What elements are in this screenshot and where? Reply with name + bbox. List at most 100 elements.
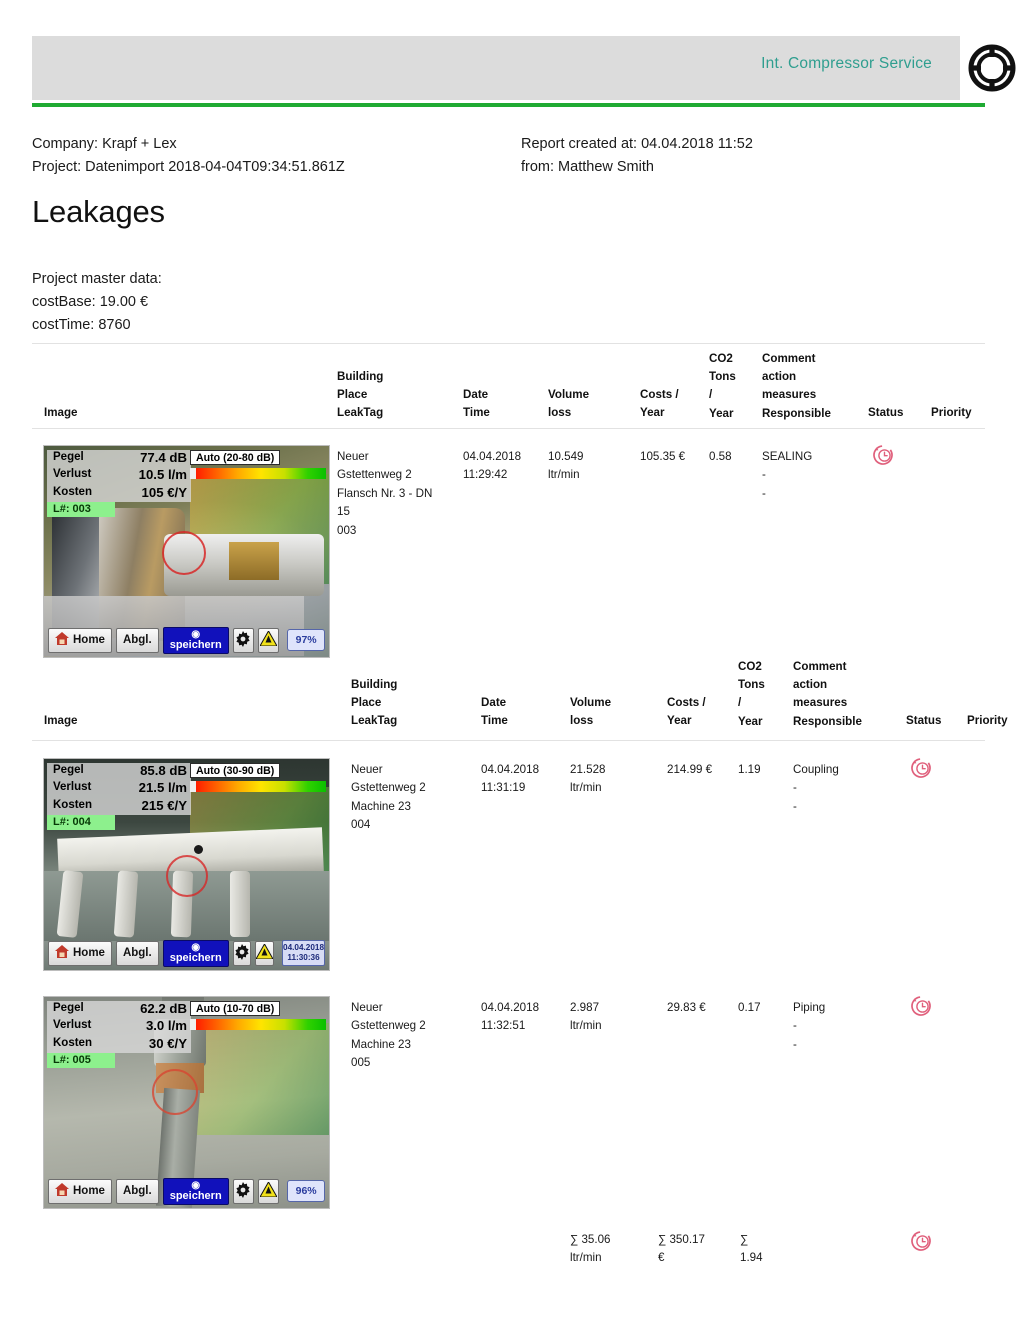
table-header-2: Image Building Place LeakTag Date Time V… [0,658,1024,728]
th2-costs: Costs / [667,696,706,709]
th-place: Place [337,388,368,402]
report-meta-right: Report created at: 04.04.2018 11:52 from… [521,133,753,179]
cell-action: - [793,1019,797,1033]
save-button[interactable]: ◉ speichern [162,626,229,654]
cell-leaktag-1: 004 [351,818,371,832]
cell-volume-unit: ltr/min [548,468,580,482]
device-toolbar-2: Home Abgl. ◉ speichern 04.04.2018 11:30:… [44,939,329,967]
project-line: Project: Datenimport 2018-04-04T09:34:51… [32,159,345,175]
laser-warning-button[interactable] [255,940,275,966]
cell-volume-unit: ltr/min [570,781,602,795]
device-toolbar-3: Home Abgl. ◉ speichern 96% [44,1177,329,1205]
hud-verlust-label: Verlust [53,468,92,481]
home-button[interactable]: Home [48,940,112,966]
save-button[interactable]: ◉ speichern [162,939,229,967]
row-1-comment: SEALING - - [762,448,812,503]
cell-costs: 214.99 € [667,763,713,776]
warning-triangle-icon [259,1180,278,1200]
table-top-divider [32,343,985,344]
total-co2-sigma: ∑ [740,1233,749,1246]
created-line: Report created at: 04.04.2018 11:52 [521,136,753,152]
cost-time: costTime: 8760 [32,317,131,333]
home-icon [55,632,69,648]
row-3-datetime: 04.04.2018 11:32:51 [481,999,539,1036]
laser-warning-button[interactable] [257,1178,280,1204]
status-history-clock-icon[interactable] [870,442,896,468]
hud-verlust-value: 21.5 l/m [138,780,187,796]
leak-photo-3[interactable]: Pegel 62.2 dB Verlust 3.0 l/m Kosten 30 €/Y… [43,996,330,1209]
settings-button[interactable] [232,1178,254,1204]
device-auto-range-2: Auto (30-90 dB) [190,763,281,778]
cell-co2: 0.17 [738,1001,761,1014]
th-responsible: Responsible [762,406,831,420]
th-costs-year: Year [640,406,665,420]
timestamp-date: 04.04.2018 [283,943,324,952]
device-level-bar-1 [190,468,326,479]
total-volume-unit: ltr/min [570,1251,602,1265]
th-action: action [762,370,797,384]
row-2-leaktag: Neuer Gstettenweg 2 Machine 23 004 [351,761,426,835]
hud-kosten-label: Kosten [53,1036,92,1049]
cell-comment: Coupling [793,763,839,776]
th2-co2: CO2 [738,660,762,673]
capture-timestamp: 04.04.2018 11:30:36 [282,940,325,966]
total-costs-unit: € [658,1251,665,1265]
totals-status-history-clock-icon[interactable] [908,1228,934,1254]
abgl-button[interactable]: Abgl. [115,940,159,966]
total-volume: ∑ 35.06 [570,1233,611,1246]
cell-building: Neuer [351,763,383,776]
cell-place: Gstettenweg 2 [351,1019,426,1033]
th-volume: Volume [548,388,590,401]
cell-leaktag-1: 005 [351,1056,371,1070]
company-line: Company: Krapf + Lex [32,136,177,152]
home-icon [55,1183,69,1199]
hud-verlust-label: Verlust [53,781,92,794]
device-level-bar-3 [190,1019,326,1030]
laser-warning-button[interactable] [257,627,280,653]
cell-date: 04.04.2018 [463,450,522,463]
gear-icon [235,1181,251,1201]
cell-date: 04.04.2018 [481,763,540,776]
leak-photo-1[interactable]: Pegel 77.4 dB Verlust 10.5 l/m Kosten 105 €… [43,445,330,658]
cell-time: 11:31:19 [481,781,526,795]
total-co2-value: 1.94 [740,1251,763,1265]
cell-action: - [762,468,766,482]
totals-co2: ∑ 1.94 [740,1231,763,1268]
th-loss: loss [548,406,572,420]
abgl-label: Abgl. [122,947,152,959]
cell-comment: SEALING [762,450,813,463]
th2-co2-slash: / [738,696,742,710]
master-heading: Project master data: [32,271,162,287]
cell-measures: - [762,486,766,500]
status-history-clock-icon[interactable] [908,755,934,781]
save-button[interactable]: ◉ speichern [162,1177,229,1205]
cell-leaktag-2: 003 [337,523,357,537]
row-1-datetime: 04.04.2018 11:29:42 [463,448,521,485]
hud-kosten-value: 215 €/Y [141,797,187,813]
abgl-button[interactable]: Abgl. [115,1178,159,1204]
hud-pegel-value: 85.8 dB [140,763,187,778]
brand-title: Int. Compressor Service [761,55,932,72]
cell-leaktag-0: Machine 23 [351,1037,411,1051]
home-button[interactable]: Home [48,1178,112,1204]
abgl-label: Abgl. [122,1185,152,1197]
settings-button[interactable] [232,627,254,653]
th2-action: action [793,678,828,692]
home-button[interactable]: Home [48,627,112,653]
device-hud-1: Pegel 77.4 dB Verlust 10.5 l/m Kosten 105 €… [47,450,191,502]
battery-indicator: 96% [287,1180,326,1202]
status-history-clock-icon[interactable] [908,993,934,1019]
row-3-volume: 2.987 ltr/min [570,999,602,1036]
row-3-leaktag: Neuer Gstettenweg 2 Machine 23 005 [351,999,426,1073]
th2-time: Time [481,714,508,728]
home-label: Home [73,1185,105,1197]
hud-verlust-value: 3.0 l/m [145,1018,187,1034]
device-auto-range-1: Auto (20-80 dB) [190,450,281,465]
abgl-button[interactable]: Abgl. [115,627,159,653]
device-hud-2: Pegel 85.8 dB Verlust 21.5 l/m Kosten 215 €… [47,763,191,815]
cell-co2: 0.58 [709,450,732,463]
leak-photo-2[interactable]: Pegel 85.8 dB Verlust 21.5 l/m Kosten 215 €… [43,758,330,971]
hud-pegel-value: 62.2 dB [140,1001,187,1016]
settings-button[interactable] [232,940,252,966]
save-label: speichern [169,1190,222,1202]
